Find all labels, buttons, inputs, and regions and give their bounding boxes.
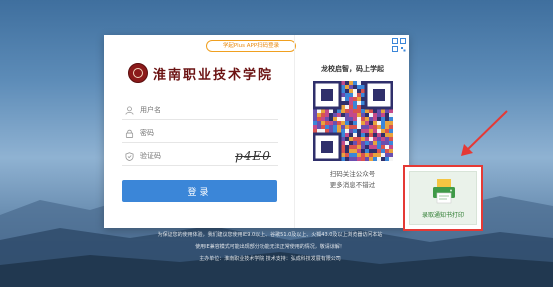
footer-browser-tip: 为保证您的使用体验，我们建议您使用IE9.0以上、谷歌51.0及以上、火狐43.…: [157, 232, 383, 238]
scan-text-line1: 扫码关注公众号: [329, 170, 376, 178]
user-icon: [122, 103, 136, 117]
username-field: [122, 101, 278, 120]
shield-icon: [122, 149, 136, 163]
school-logo: 淮南职业技术学院: [128, 62, 274, 84]
login-card: 淮南职业技术学院 p4E0 登录 学起Plus APP扫码登录: [104, 35, 409, 228]
captcha-input[interactable]: [140, 152, 240, 160]
lock-icon: [122, 126, 136, 140]
arrow-icon: [461, 110, 508, 156]
login-panel: 淮南职业技术学院 p4E0 登录: [104, 35, 294, 228]
printer-icon: [433, 179, 455, 204]
notice-card: 录取通知书打印: [409, 171, 477, 225]
password-input[interactable]: [140, 129, 240, 137]
captcha-field: p4E0: [122, 147, 278, 166]
notice-print-button[interactable]: 录取通知书打印: [403, 165, 483, 231]
scan-text-line2: 更多消息不错过: [329, 181, 376, 189]
password-field: [122, 124, 278, 143]
login-button[interactable]: 登录: [122, 180, 277, 202]
footer-compat-tip: 使用IE兼容模式可能出现部分功能无法正常使用的情况，敬请谅解！: [195, 244, 345, 250]
footer-credits: 主办单位：淮南职业技术学院 技术支持：弘成科技发展有限公司: [199, 256, 341, 262]
captcha-image[interactable]: p4E0: [230, 148, 276, 164]
qr-panel: 龙校启智，码上学起 扫码关注公众号 更多消息不错过: [294, 35, 410, 228]
username-input[interactable]: [140, 106, 240, 114]
qr-code-icon[interactable]: [392, 38, 406, 52]
app-login-badge[interactable]: 学起Plus APP扫码登录: [206, 40, 296, 52]
badge-label: 学起Plus APP扫码登录: [222, 43, 280, 49]
qr-slogan: 龙校启智，码上学起: [321, 65, 384, 73]
school-seal-icon: [128, 63, 148, 83]
school-name: 淮南职业技术学院: [153, 67, 274, 83]
notice-print-label: 录取通知书打印: [421, 212, 464, 219]
wechat-qr-code: [313, 81, 393, 161]
